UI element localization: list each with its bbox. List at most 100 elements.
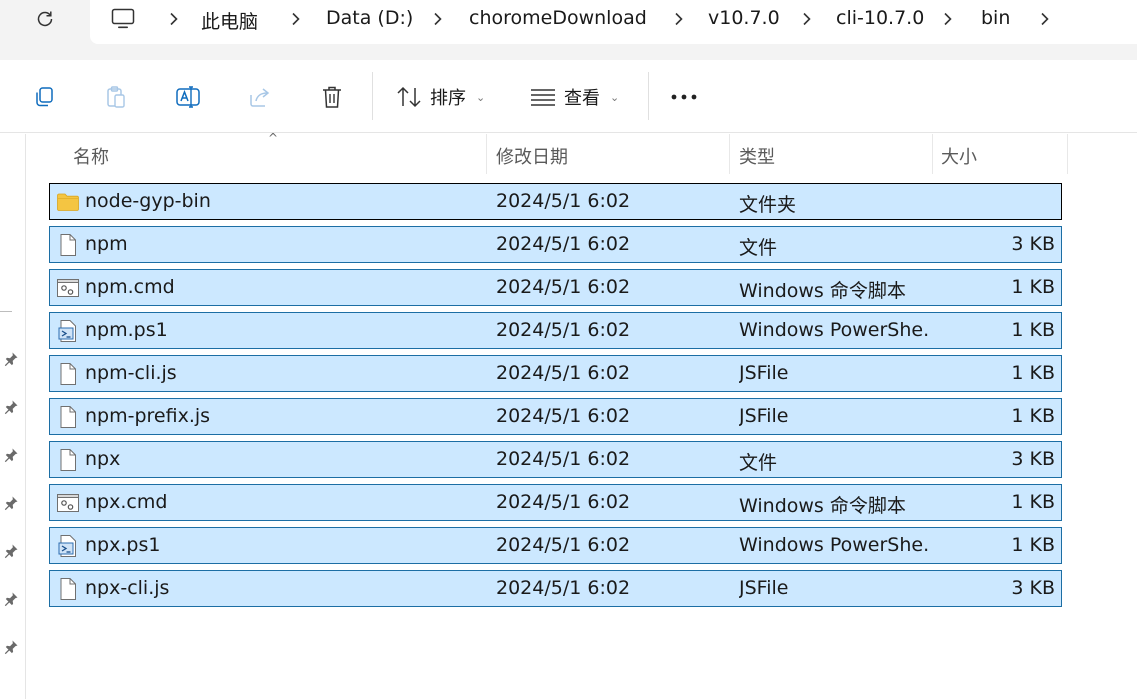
refresh-icon bbox=[37, 11, 53, 27]
file-name: npx bbox=[85, 448, 121, 470]
sort-menu-button[interactable]: 排序 ⌄ bbox=[396, 78, 485, 116]
breadcrumb-chevron-icon[interactable] bbox=[941, 9, 955, 29]
share-button[interactable] bbox=[241, 78, 279, 116]
file-modified-date: 2024/5/1 6:02 bbox=[496, 276, 631, 298]
column-divider[interactable] bbox=[932, 134, 933, 174]
file-row[interactable]: npx-cli.js 2024/5/1 6:02 JSFile 3 KB bbox=[49, 570, 1062, 607]
paste-button[interactable] bbox=[97, 78, 135, 116]
breadcrumb-chevron-icon[interactable] bbox=[167, 9, 181, 29]
powershell-script-icon bbox=[56, 319, 80, 343]
pin-icon[interactable] bbox=[3, 543, 19, 559]
breadcrumb[interactable]: 此电脑 Data (D:) choromeDownload v10.7.0 cli-10… bbox=[90, 0, 1137, 44]
share-icon bbox=[250, 88, 270, 107]
file-row[interactable]: npx.ps1 2024/5/1 6:02 Windows PowerShe... 1… bbox=[49, 527, 1062, 564]
breadcrumb-chevron-icon[interactable] bbox=[431, 9, 445, 29]
breadcrumb-chevron-icon[interactable] bbox=[289, 9, 303, 29]
breadcrumb-item[interactable]: v10.7.0 bbox=[708, 7, 780, 29]
cmd-script-icon bbox=[56, 276, 80, 300]
breadcrumb-chevron-icon[interactable] bbox=[1038, 9, 1052, 29]
navigation-pane-collapsed[interactable] bbox=[0, 134, 26, 699]
delete-button[interactable] bbox=[313, 78, 351, 116]
pin-icon[interactable] bbox=[3, 639, 19, 655]
column-divider[interactable] bbox=[486, 134, 487, 174]
file-size: 1 KB bbox=[1011, 405, 1055, 427]
trash-icon bbox=[323, 86, 341, 108]
file-name: npm.ps1 bbox=[85, 319, 168, 341]
rename-button[interactable] bbox=[169, 78, 207, 116]
file-type: Windows PowerShe... bbox=[739, 534, 929, 556]
file-icon bbox=[56, 405, 80, 429]
pin-icon[interactable] bbox=[3, 495, 19, 511]
view-menu-button[interactable]: 查看 ⌄ bbox=[530, 78, 619, 116]
pin-icon[interactable] bbox=[3, 351, 19, 367]
file-row[interactable]: npm.ps1 2024/5/1 6:02 Windows PowerShe... 1… bbox=[49, 312, 1062, 349]
breadcrumb-item[interactable]: choromeDownload bbox=[469, 7, 647, 29]
file-icon bbox=[56, 362, 80, 386]
file-row[interactable]: npm-prefix.js 2024/5/1 6:02 JSFile 1 KB bbox=[49, 398, 1062, 435]
file-modified-date: 2024/5/1 6:02 bbox=[496, 448, 631, 470]
file-modified-date: 2024/5/1 6:02 bbox=[496, 233, 631, 255]
file-name: npx.ps1 bbox=[85, 534, 161, 556]
rename-icon bbox=[176, 86, 200, 108]
more-options-button[interactable] bbox=[665, 78, 703, 116]
chevron-down-icon: ⌄ bbox=[610, 90, 620, 104]
breadcrumb-chevron-icon[interactable] bbox=[672, 9, 686, 29]
file-size: 3 KB bbox=[1011, 577, 1055, 599]
column-header-size[interactable]: 大小 bbox=[941, 143, 977, 169]
file-modified-date: 2024/5/1 6:02 bbox=[496, 190, 631, 212]
sort-icon bbox=[397, 86, 421, 108]
file-row[interactable]: npx.cmd 2024/5/1 6:02 Windows 命令脚本 1 KB bbox=[49, 484, 1062, 521]
pin-icon[interactable] bbox=[3, 447, 19, 463]
file-size: 3 KB bbox=[1011, 233, 1055, 255]
column-divider[interactable] bbox=[1067, 134, 1068, 174]
file-row[interactable]: npx 2024/5/1 6:02 文件 3 KB bbox=[49, 441, 1062, 478]
toolbar-divider bbox=[372, 72, 373, 120]
file-name: node-gyp-bin bbox=[85, 190, 211, 212]
file-name: npm-prefix.js bbox=[85, 405, 211, 427]
file-type: JSFile bbox=[739, 577, 789, 599]
file-row[interactable]: node-gyp-bin 2024/5/1 6:02 文件夹 bbox=[49, 183, 1062, 220]
pin-icon[interactable] bbox=[3, 399, 19, 415]
file-modified-date: 2024/5/1 6:02 bbox=[496, 319, 631, 341]
breadcrumb-item[interactable]: 此电脑 bbox=[201, 7, 258, 34]
file-icon bbox=[56, 448, 80, 472]
file-name: npm bbox=[85, 233, 128, 255]
column-divider[interactable] bbox=[729, 134, 730, 174]
command-bar: 排序 ⌄ 查看 ⌄ bbox=[0, 60, 1137, 133]
cmd-script-icon bbox=[56, 491, 80, 515]
breadcrumb-item[interactable]: Data (D:) bbox=[326, 7, 413, 29]
view-label: 查看 bbox=[564, 88, 600, 109]
file-icon bbox=[56, 577, 80, 601]
file-type: JSFile bbox=[739, 362, 789, 384]
file-modified-date: 2024/5/1 6:02 bbox=[496, 577, 631, 599]
this-pc-icon[interactable] bbox=[110, 6, 136, 32]
column-header-date[interactable]: 修改日期 bbox=[496, 143, 568, 169]
breadcrumb-chevron-icon[interactable] bbox=[800, 9, 814, 29]
breadcrumb-item[interactable]: bin bbox=[981, 7, 1010, 29]
file-type: 文件 bbox=[739, 237, 778, 259]
file-modified-date: 2024/5/1 6:02 bbox=[496, 362, 631, 384]
file-type: Windows 命令脚本 bbox=[739, 280, 906, 302]
nav-divider bbox=[0, 311, 12, 312]
view-list-icon bbox=[531, 89, 555, 106]
file-name: npm.cmd bbox=[85, 276, 175, 298]
breadcrumb-item[interactable]: cli-10.7.0 bbox=[836, 7, 924, 29]
address-bar-area: 此电脑 Data (D:) choromeDownload v10.7.0 cli-10… bbox=[0, 0, 1137, 60]
pin-icon[interactable] bbox=[3, 591, 19, 607]
copy-button[interactable] bbox=[25, 78, 63, 116]
file-type: Windows 命令脚本 bbox=[739, 495, 906, 517]
file-size: 1 KB bbox=[1011, 362, 1055, 384]
column-header-name[interactable]: 名称 bbox=[73, 143, 109, 169]
sort-label: 排序 bbox=[430, 88, 466, 109]
refresh-button[interactable] bbox=[28, 2, 62, 36]
file-size: 3 KB bbox=[1011, 448, 1055, 470]
file-row[interactable]: npm.cmd 2024/5/1 6:02 Windows 命令脚本 1 KB bbox=[49, 269, 1062, 306]
file-name: npx.cmd bbox=[85, 491, 168, 513]
file-size: 1 KB bbox=[1011, 491, 1055, 513]
sort-ascending-icon: ^ bbox=[268, 131, 279, 145]
column-header-type[interactable]: 类型 bbox=[739, 143, 775, 169]
file-name: npx-cli.js bbox=[85, 577, 170, 599]
file-row[interactable]: npm 2024/5/1 6:02 文件 3 KB bbox=[49, 226, 1062, 263]
file-row[interactable]: npm-cli.js 2024/5/1 6:02 JSFile 1 KB bbox=[49, 355, 1062, 392]
file-name: npm-cli.js bbox=[85, 362, 177, 384]
